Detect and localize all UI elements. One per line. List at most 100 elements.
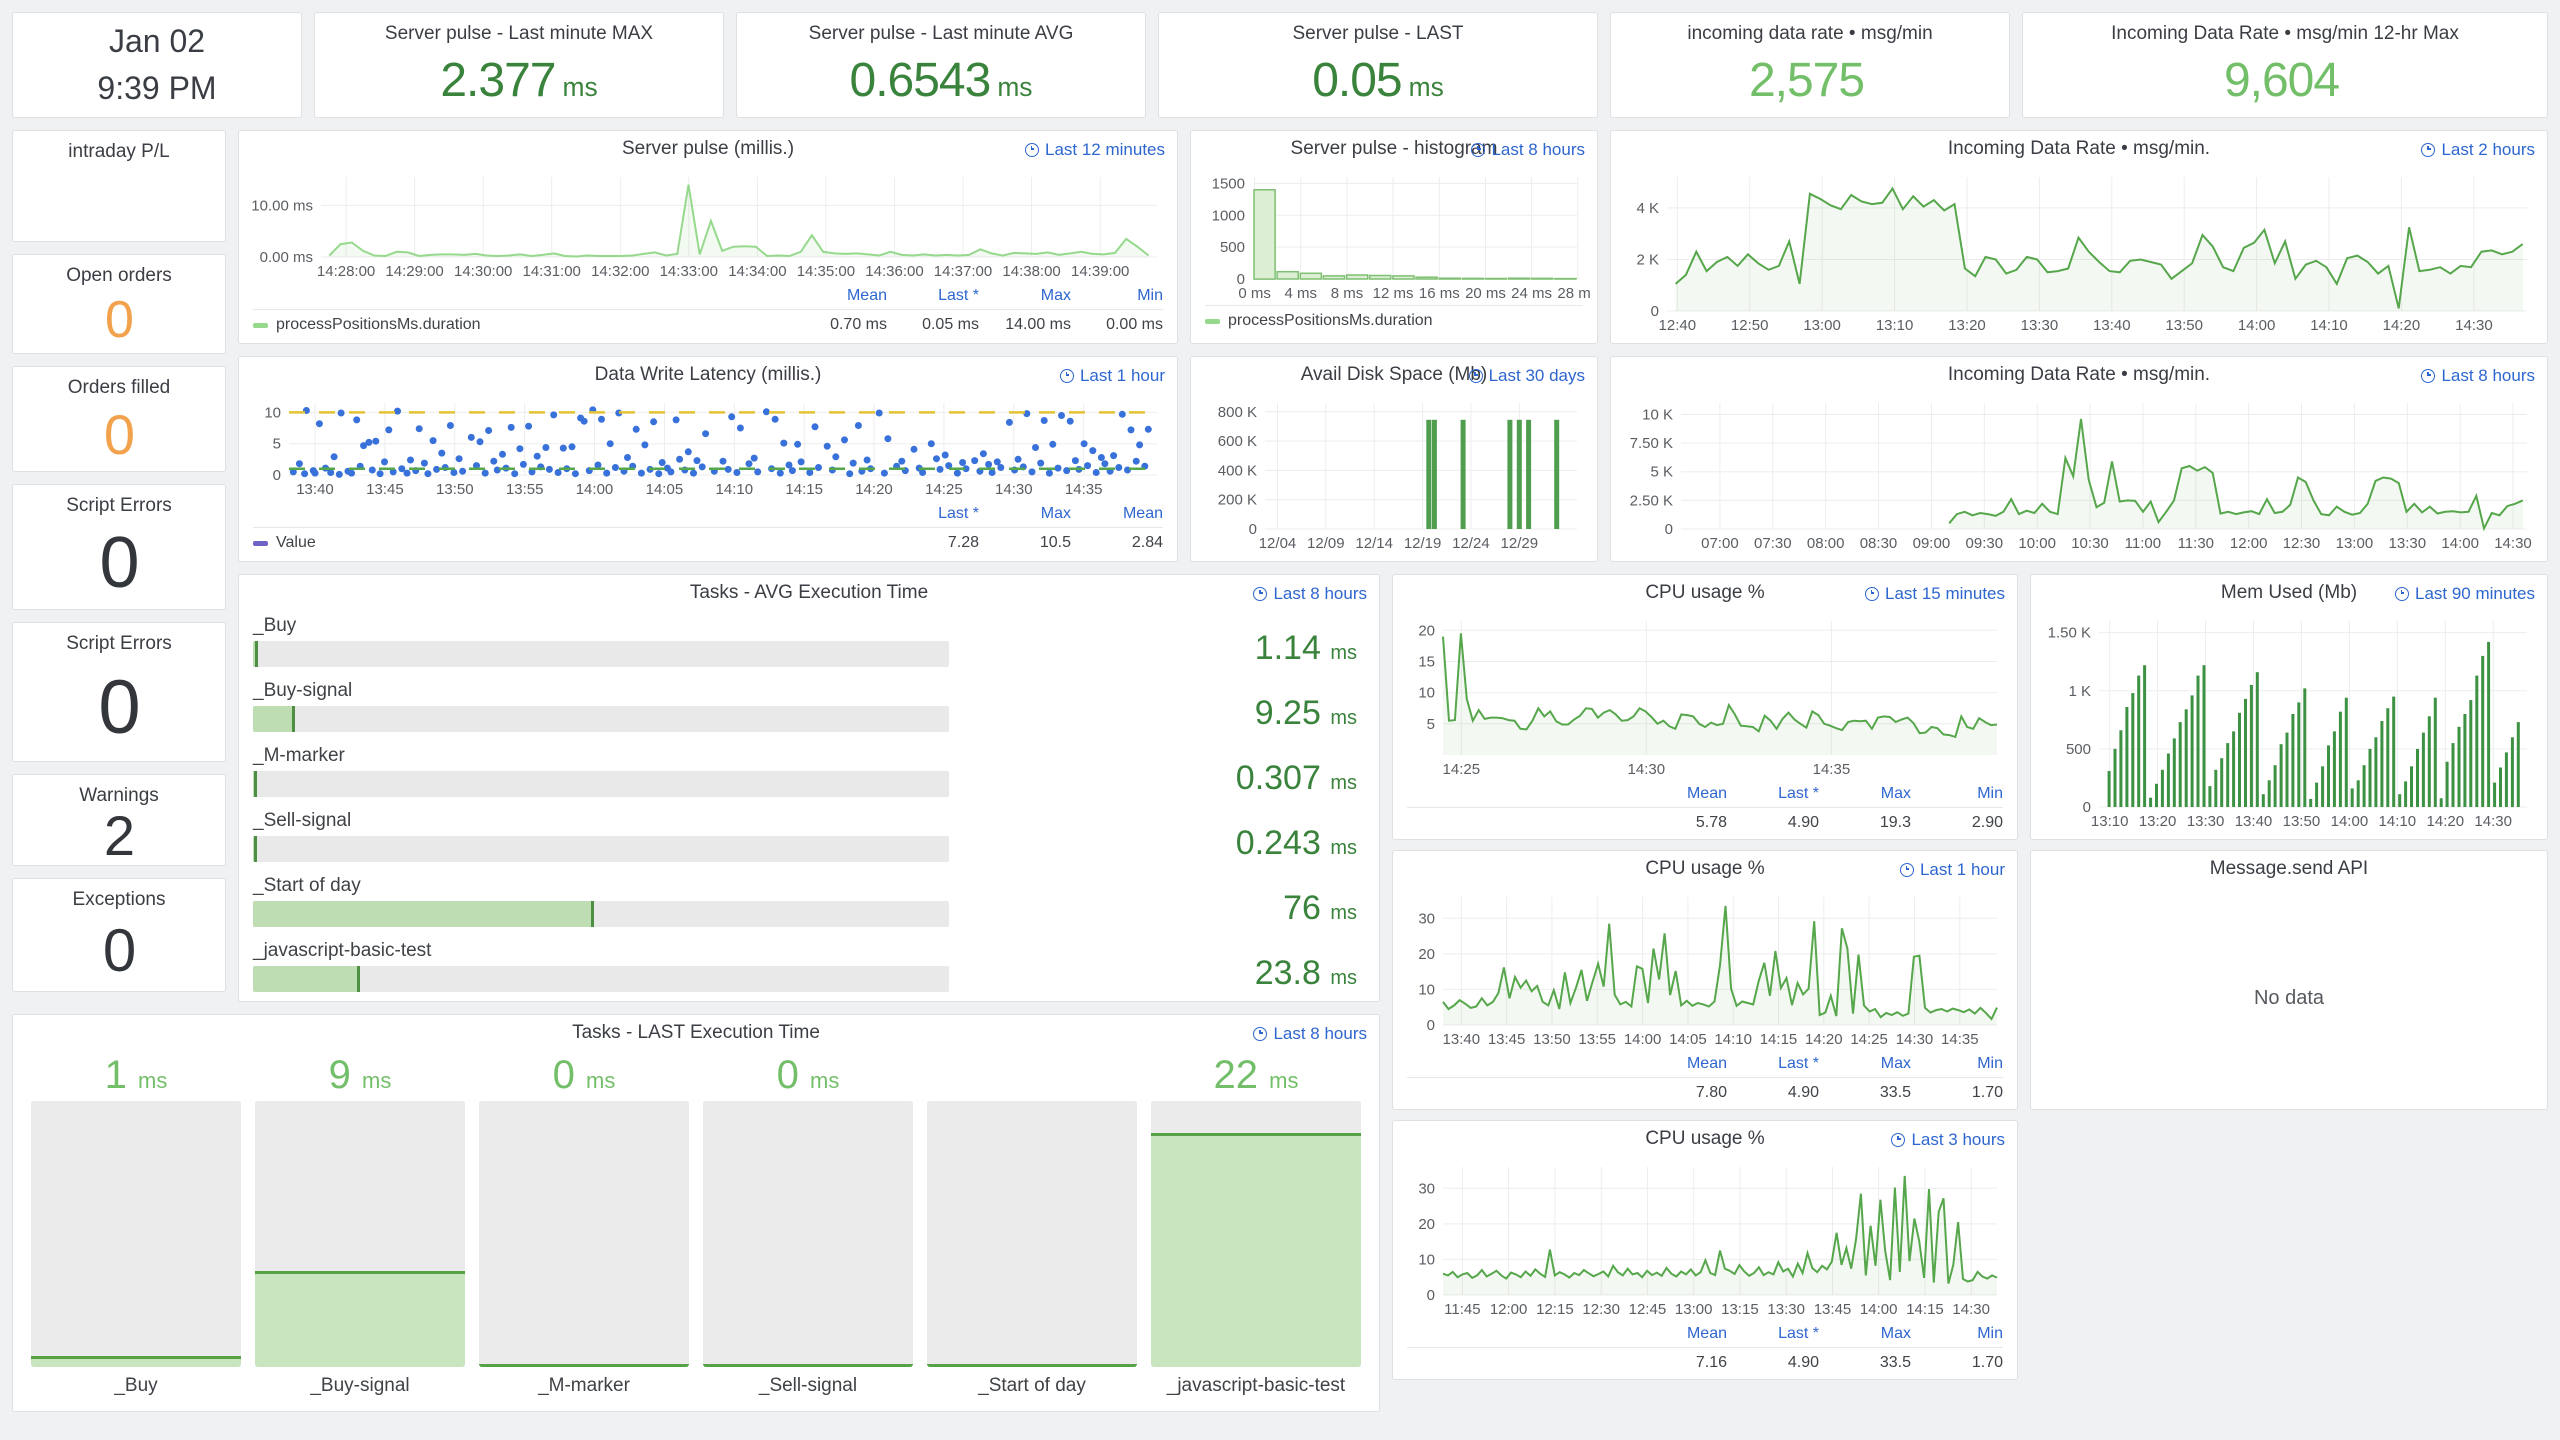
- legend-series-name[interactable]: processPositionsMs.duration: [276, 316, 481, 334]
- svg-text:13:10: 13:10: [1876, 317, 1914, 334]
- svg-text:13:45: 13:45: [1488, 1031, 1526, 1048]
- svg-text:14:30: 14:30: [2455, 317, 2493, 334]
- incoming-rate-2h-chart[interactable]: 12:40 12:50 13:00 13:10 13:20 13:30 13:40 13:50…: [1617, 167, 2541, 337]
- series-swatch-icon: [1205, 318, 1220, 324]
- bargauge-track[interactable]: [253, 771, 949, 797]
- bargauge-row: _Start of day 76 ms: [253, 875, 1357, 927]
- time-range-link[interactable]: Last 30 days: [1468, 366, 1585, 386]
- mem-used-chart[interactable]: 13:10 13:20 13:30 13:40 13:50 14:00 14:10 14:20…: [2037, 611, 2541, 833]
- bargauge-track[interactable]: [253, 901, 949, 927]
- bargauge-value: 0 ms: [776, 1053, 840, 1097]
- svg-text:1 K: 1 K: [2068, 683, 2091, 700]
- svg-text:14:30: 14:30: [1628, 761, 1666, 778]
- panel-title: CPU usage %: [1645, 858, 1765, 879]
- time-range-link[interactable]: Last 8 hours: [1253, 584, 1367, 604]
- bargauge-label: _Start of day: [978, 1375, 1086, 1396]
- svg-text:28 ms: 28 ms: [1557, 285, 1591, 302]
- time-range-link[interactable]: Last 90 minutes: [2394, 584, 2535, 604]
- disk-space-panel: Avail Disk Space (Mb) Last 30 days 12/04…: [1190, 356, 1598, 562]
- time-range-link[interactable]: Last 15 minutes: [1864, 584, 2005, 604]
- server-pulse-chart[interactable]: 14:28:00 14:29:00 14:30:00 14:31:00 14:32:00…: [245, 167, 1171, 283]
- bargauge-track[interactable]: [253, 641, 949, 667]
- cpu-1h-chart[interactable]: 13:40 13:45 13:50 13:55 14:00 14:05 14:10 14:15…: [1399, 887, 2011, 1051]
- svg-text:10: 10: [264, 404, 281, 421]
- bargauge-track: [1151, 1101, 1361, 1367]
- stat-incoming-max-panel: Incoming Data Rate • msg/min 12-hr Max 9…: [2022, 12, 2548, 118]
- legend-series-name[interactable]: Value: [276, 534, 316, 552]
- disk-space-chart[interactable]: 12/04 12/09 12/14 12/19 12/24 12/29 0 200 K 400 …: [1197, 393, 1591, 555]
- legend-stat-value: 0.05 ms: [922, 316, 979, 333]
- time-range-link[interactable]: Last 8 hours: [1253, 1024, 1367, 1044]
- time-range-link[interactable]: Last 1 hour: [1059, 366, 1165, 386]
- time-range-link[interactable]: Last 3 hours: [1891, 1130, 2005, 1150]
- bargauge-track[interactable]: [253, 966, 949, 992]
- svg-text:400 K: 400 K: [1218, 462, 1257, 479]
- chart-legend: Mean Last * Max Min 5.78 4.90 19.3 2.90: [1393, 781, 2017, 838]
- svg-text:0: 0: [1665, 521, 1673, 538]
- svg-text:14:37:00: 14:37:00: [934, 263, 992, 280]
- svg-text:14:15: 14:15: [785, 481, 823, 498]
- svg-text:30: 30: [1418, 1180, 1435, 1197]
- svg-text:200 K: 200 K: [1218, 492, 1257, 509]
- svg-text:15: 15: [1418, 654, 1435, 671]
- svg-text:12/14: 12/14: [1355, 535, 1393, 552]
- series-swatch-icon: [253, 322, 268, 328]
- bargauge-column[interactable]: 0 ms _M-marker: [479, 1053, 689, 1405]
- pulse-histogram-chart[interactable]: 0 ms4 ms8 ms12 ms16 ms20 ms24 ms28 ms050…: [1197, 167, 1599, 305]
- legend-stat-value: 33.5: [1879, 1084, 1911, 1101]
- svg-text:14:20: 14:20: [855, 481, 893, 498]
- cpu-1h-panel: CPU usage % Last 1 hour 13:40 13:45 13:50 1…: [1392, 850, 2018, 1110]
- tasks-avg-panel: Tasks - AVG Execution Time Last 8 hours …: [238, 574, 1380, 1002]
- clock-icon: [1899, 863, 1914, 877]
- bargauge-column[interactable]: 1 ms _Buy: [31, 1053, 241, 1405]
- svg-text:13:50: 13:50: [2165, 317, 2203, 334]
- bargauge-row: _javascript-basic-test 23.8 ms: [253, 940, 1357, 992]
- svg-text:12:45: 12:45: [1629, 1301, 1667, 1318]
- time-range-link[interactable]: Last 1 hour: [1899, 860, 2005, 880]
- svg-text:13:20: 13:20: [2139, 813, 2177, 830]
- panel-title: Message.send API: [2209, 858, 2369, 879]
- panel-title: Server pulse - Last minute MAX: [384, 23, 654, 44]
- panel-title: Script Errors: [66, 633, 172, 654]
- svg-text:13:40: 13:40: [2235, 813, 2273, 830]
- legend-series-name[interactable]: processPositionsMs.duration: [1228, 312, 1433, 330]
- bargauge-column[interactable]: 9 ms _Buy-signal: [255, 1053, 465, 1405]
- bargauge-track[interactable]: [253, 706, 949, 732]
- time-range-link[interactable]: Last 12 minutes: [1024, 140, 1165, 160]
- write-latency-chart[interactable]: 13:40 13:45 13:50 13:55 14:00 14:05 14:10 14:15…: [245, 393, 1171, 501]
- svg-text:1000: 1000: [1212, 207, 1245, 224]
- svg-text:600 K: 600 K: [1218, 433, 1257, 450]
- stat-pulse-avg-panel: Server pulse - Last minute AVG 0.6543 ms: [736, 12, 1146, 118]
- time-range-link[interactable]: Last 2 hours: [2421, 140, 2535, 160]
- time-range-link[interactable]: Last 8 hours: [2421, 366, 2535, 386]
- legend-stat-value: 2.90: [1971, 814, 2003, 831]
- legend-stat-headers: Mean Last * Max Min: [1686, 785, 2003, 802]
- panel-title: Script Errors: [66, 495, 172, 516]
- bargauge-value: 9 ms: [328, 1053, 392, 1097]
- cpu-3h-chart[interactable]: 11:45 12:00 12:15 12:30 12:45 13:00 13:15 13:30…: [1399, 1157, 2011, 1321]
- bargauge-track[interactable]: [253, 836, 949, 862]
- cpu-15m-chart[interactable]: 14:25 14:30 14:35 5 10 15 20: [1399, 611, 2011, 781]
- bargauge-column[interactable]: 22 ms _javascript-basic-test: [1151, 1053, 1361, 1405]
- svg-text:14:32:00: 14:32:00: [591, 263, 649, 280]
- clock-icon: [1253, 587, 1268, 601]
- panel-title: Incoming Data Rate • msg/min.: [1947, 138, 2211, 159]
- svg-text:14:10: 14:10: [2310, 317, 2348, 334]
- bargauge-row: _Buy-signal 9.25 ms: [253, 680, 1357, 732]
- bargauge-column[interactable]: 0 ms _Sell-signal: [703, 1053, 913, 1405]
- svg-text:0.00 ms: 0.00 ms: [260, 249, 313, 266]
- svg-text:12:50: 12:50: [1731, 317, 1769, 334]
- svg-text:14:30: 14:30: [1896, 1031, 1934, 1048]
- time-range-link[interactable]: Last 8 hours: [1471, 140, 1585, 160]
- panel-title: Server pulse - LAST: [1292, 23, 1464, 44]
- legend-stat-value: 4.90: [1787, 1354, 1819, 1371]
- incoming-rate-8h-chart[interactable]: 07:00 07:30 08:00 08:30 09:00 09:30 10:00 10:30…: [1617, 393, 2541, 555]
- server-pulse-panel: Server pulse (millis.) Last 12 minutes 1…: [238, 130, 1178, 344]
- legend-series-row: 5.78 4.90 19.3 2.90: [1407, 807, 2003, 838]
- bargauge-label: _M-marker: [253, 745, 345, 766]
- svg-text:4 K: 4 K: [1636, 200, 1659, 217]
- bargauge-column[interactable]: _Start of day: [927, 1053, 1137, 1405]
- panel-title: intraday P/L: [68, 141, 170, 162]
- legend-stat-value: 0.00 ms: [1106, 316, 1163, 333]
- panel-title: Tasks - LAST Execution Time: [572, 1022, 820, 1043]
